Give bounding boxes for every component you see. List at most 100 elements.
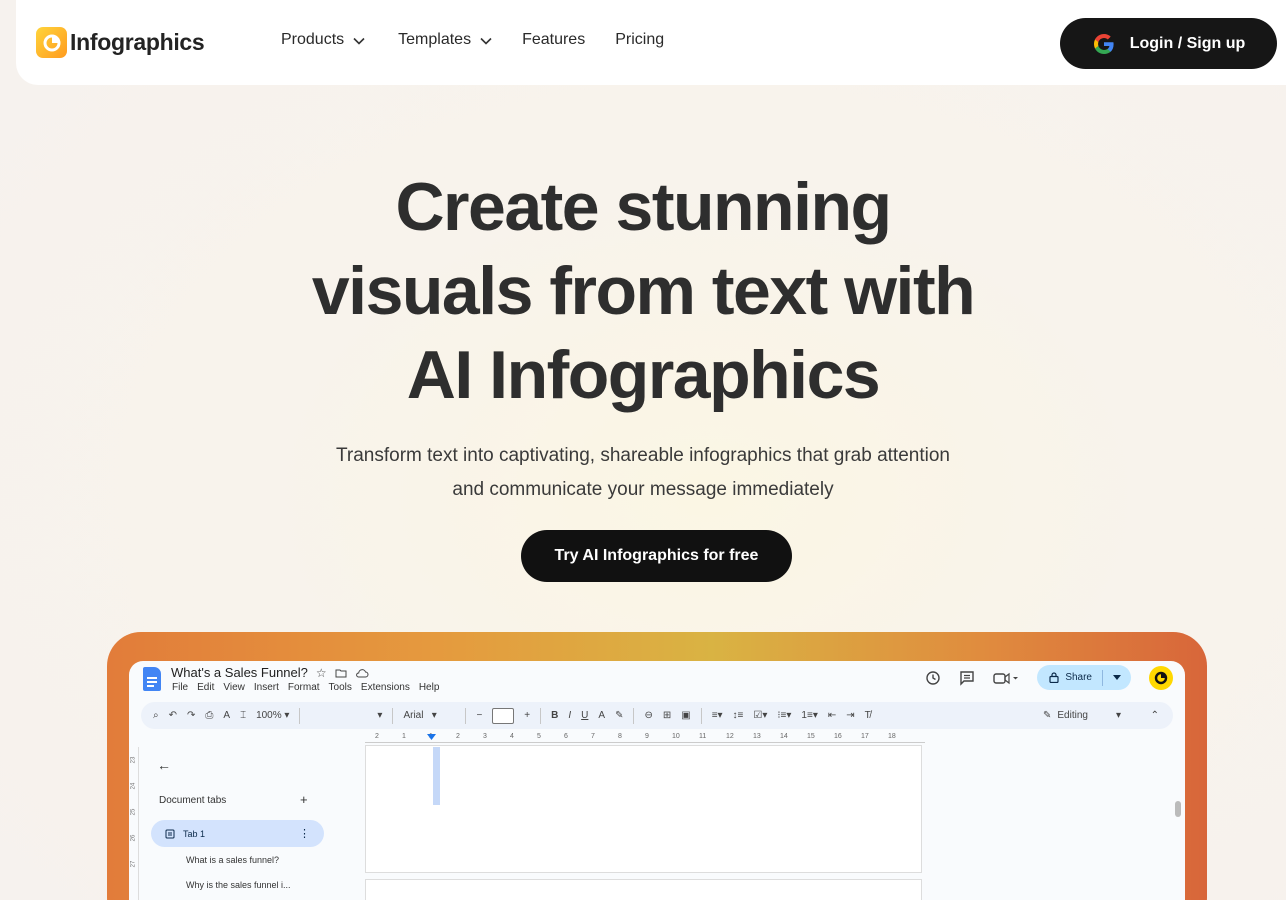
editing-mode-select[interactable]: ✎ Editing ▾ <box>1043 710 1121 721</box>
hero-title-line: AI Infographics <box>406 337 881 413</box>
cloud-icon[interactable] <box>355 668 369 678</box>
vertical-ruler: 23 24 25 26 27 <box>129 747 139 900</box>
ruler-number: 18 <box>888 733 896 740</box>
vertical-ruler-number: 23 <box>130 756 137 764</box>
hero-subtitle: Transform text into captivating, shareab… <box>0 439 1286 507</box>
collapse-toolbar-icon[interactable]: ⌃ <box>1151 710 1159 721</box>
logo-icon <box>36 27 67 58</box>
menu-file[interactable]: File <box>172 682 188 693</box>
comment-icon[interactable] <box>959 670 975 686</box>
caret-down-icon[interactable] <box>1113 675 1121 680</box>
bold-icon[interactable]: B <box>551 710 558 721</box>
try-free-button[interactable]: Try AI Infographics for free <box>521 530 792 582</box>
menu-format[interactable]: Format <box>288 682 320 693</box>
chevron-down-icon <box>480 37 492 45</box>
italic-icon[interactable]: I <box>568 710 571 721</box>
avatar[interactable] <box>1149 665 1173 690</box>
line-spacing-icon[interactable]: ↕≡ <box>733 710 744 721</box>
outline-item[interactable]: Why is the sales funnel i... <box>186 880 291 890</box>
undo-icon[interactable]: ↶ <box>169 710 177 721</box>
logo-text: Infographics <box>70 29 205 55</box>
doc-preview: What's a Sales Funnel? ☆ File Edit View … <box>129 661 1185 900</box>
google-icon <box>1093 33 1114 54</box>
clear-format-icon[interactable]: T̸ <box>865 710 871 721</box>
menu-extensions[interactable]: Extensions <box>361 682 410 693</box>
doc-page[interactable] <box>365 745 922 873</box>
ruler-number: 16 <box>834 733 842 740</box>
main-menu: Products Templates Features Pricing <box>281 31 664 49</box>
ruler-number: 11 <box>699 733 707 740</box>
ruler-number: 17 <box>861 733 869 740</box>
decrease-indent-icon[interactable]: ⇤ <box>828 710 836 721</box>
redo-icon[interactable]: ↷ <box>187 710 195 721</box>
menu-insert[interactable]: Insert <box>254 682 279 693</box>
menu-help[interactable]: Help <box>419 682 440 693</box>
align-icon[interactable]: ≡▾ <box>712 710 723 721</box>
nav-features-label: Features <box>522 31 586 48</box>
logo[interactable]: Infographics <box>36 27 205 58</box>
folder-icon[interactable] <box>335 668 347 678</box>
login-signup-button[interactable]: Login / Sign up <box>1060 18 1277 69</box>
nav-products[interactable]: Products <box>281 31 365 49</box>
tab-1[interactable]: Tab 1 ⋮ <box>151 820 324 847</box>
zoom-select[interactable]: 100% ▾ <box>256 710 289 721</box>
chevron-down-icon <box>353 37 365 45</box>
document-tabs-heading: Document tabs <box>159 795 227 806</box>
toolbar-divider <box>540 707 542 724</box>
outline-item[interactable]: What is a sales funnel? <box>186 855 279 865</box>
hero-title-line: Create stunning <box>395 169 892 245</box>
text-color-icon[interactable]: A <box>598 710 605 721</box>
tab-1-label: Tab 1 <box>183 828 206 839</box>
star-icon[interactable]: ☆ <box>316 666 327 680</box>
increase-indent-icon[interactable]: ⇥ <box>846 710 854 721</box>
add-tab-icon[interactable]: + <box>300 792 308 807</box>
print-icon[interactable]: ⎙ <box>205 710 213 721</box>
style-select[interactable]: ▾ <box>310 710 382 721</box>
font-select[interactable]: Arial ▾ <box>403 710 455 721</box>
underline-icon[interactable]: U <box>581 710 588 721</box>
zoom-value: 100% <box>256 710 282 721</box>
nav-templates[interactable]: Templates <box>398 31 492 49</box>
paint-format-icon[interactable]: ⌶ <box>240 710 246 721</box>
video-call-icon[interactable] <box>993 671 1019 685</box>
indent-marker-icon[interactable] <box>427 734 436 742</box>
insert-comment-icon[interactable]: ⊞ <box>663 710 671 721</box>
doc-top-actions: Share <box>925 665 1173 690</box>
numbered-list-icon[interactable]: 1≡▾ <box>801 710 817 721</box>
ruler-number: 1 <box>402 733 406 740</box>
checklist-icon[interactable]: ☑▾ <box>753 710 767 721</box>
share-button[interactable]: Share <box>1037 665 1131 690</box>
ruler-number: 6 <box>564 733 568 740</box>
insert-image-icon[interactable]: ▣ <box>681 710 690 721</box>
nav-pricing-label: Pricing <box>615 31 665 48</box>
menu-view[interactable]: View <box>223 682 245 693</box>
toolbar-divider <box>465 707 467 724</box>
search-icon[interactable]: ⌕ <box>153 710 159 721</box>
back-arrow-icon[interactable]: ← <box>157 757 171 773</box>
top-nav: Infographics Products Templates Features… <box>16 0 1286 85</box>
history-icon[interactable] <box>925 670 941 686</box>
doc-page[interactable] <box>365 879 922 900</box>
menu-edit[interactable]: Edit <box>197 682 214 693</box>
hero-subtitle-line: and communicate your message immediately <box>452 479 834 500</box>
scrollbar-thumb[interactable] <box>1175 801 1181 817</box>
menu-tools[interactable]: Tools <box>329 682 352 693</box>
toolbar-divider <box>299 707 301 724</box>
vertical-ruler-number: 26 <box>130 834 137 842</box>
caret-down-icon: ▾ <box>1115 710 1121 721</box>
bullet-list-icon[interactable]: ⁝≡▾ <box>777 710 791 721</box>
highlight-icon[interactable]: ✎ <box>615 710 623 721</box>
more-options-icon[interactable]: ⋮ <box>299 827 310 840</box>
share-label: Share <box>1065 672 1092 683</box>
spellcheck-icon[interactable]: A <box>223 710 230 721</box>
ruler-number: 2 <box>456 733 460 740</box>
nav-pricing[interactable]: Pricing <box>615 31 664 49</box>
vertical-ruler-number: 24 <box>130 782 137 790</box>
nav-features[interactable]: Features <box>522 31 585 49</box>
doc-title[interactable]: What's a Sales Funnel? <box>171 665 308 680</box>
link-icon[interactable]: ⊖ <box>644 710 652 721</box>
decrease-size-icon[interactable]: − <box>476 710 482 721</box>
ruler-line <box>365 742 925 743</box>
increase-size-icon[interactable]: + <box>524 710 530 721</box>
font-size-input[interactable] <box>492 707 515 724</box>
